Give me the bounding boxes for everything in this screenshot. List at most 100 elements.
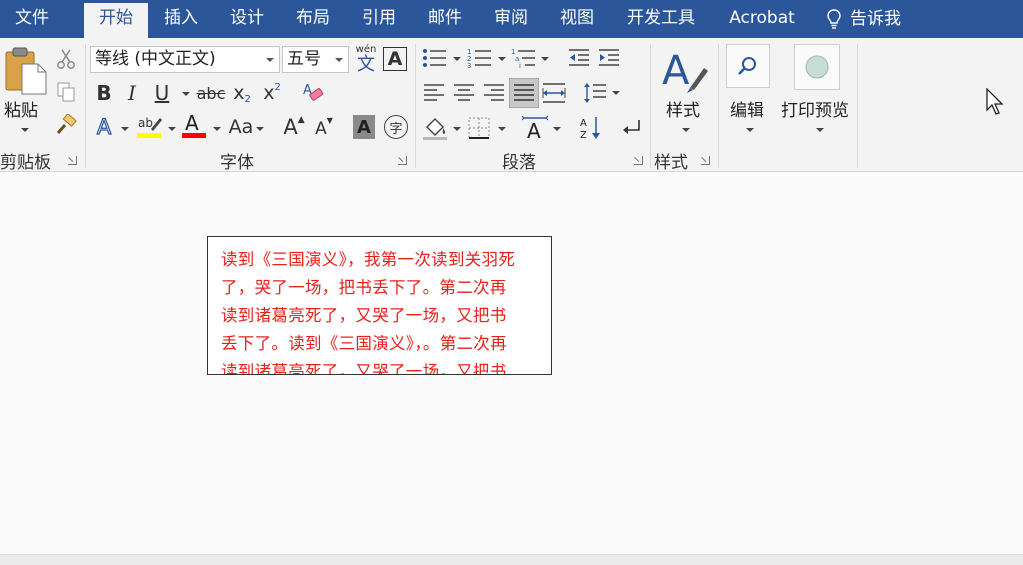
- multilevel-list-button[interactable]: 1 a i: [510, 46, 538, 70]
- clear-formatting-button[interactable]: A: [300, 80, 326, 106]
- tab-acrobat[interactable]: Acrobat: [716, 0, 808, 38]
- tab-insert[interactable]: 插入: [150, 0, 212, 38]
- text-box[interactable]: 读到《三国演义》，我第一次读到关羽死 了，哭了一场，把书丢下了。第二次再 读到诸…: [207, 236, 552, 375]
- enclose-characters-button[interactable]: 字: [384, 115, 408, 139]
- svg-text:A: A: [580, 118, 587, 129]
- font-size-dropdown-arrow[interactable]: [335, 58, 343, 62]
- shading-dropdown-arrow[interactable]: [453, 127, 461, 131]
- tab-layout[interactable]: 布局: [282, 0, 344, 38]
- numbering-button[interactable]: 1 2 3: [466, 46, 494, 70]
- font-color-dropdown-arrow[interactable]: [213, 127, 221, 131]
- print-preview-dropdown-arrow[interactable]: [816, 128, 824, 132]
- subscript-button[interactable]: x2: [230, 80, 254, 106]
- change-case-button[interactable]: Aa: [226, 114, 256, 140]
- paste-button[interactable]: [2, 46, 48, 96]
- superscript-button[interactable]: x2: [260, 80, 284, 106]
- tab-mailings[interactable]: 邮件: [414, 0, 476, 38]
- styles-dropdown-arrow[interactable]: [682, 128, 690, 132]
- multilevel-list-dropdown-arrow[interactable]: [541, 57, 549, 61]
- paste-label: 粘贴: [4, 101, 38, 121]
- distributed-button[interactable]: [541, 80, 567, 106]
- word-window: 文件 开始 插入 设计 布局 引用 邮件 审阅 视图 开发工具 Acrobat …: [0, 0, 1023, 565]
- character-border-button[interactable]: A: [383, 47, 407, 71]
- font-size-value: 五号: [287, 49, 321, 69]
- justify-button[interactable]: [509, 78, 539, 108]
- tab-file[interactable]: 文件: [0, 0, 64, 38]
- highlight-dropdown-arrow[interactable]: [168, 127, 176, 131]
- character-shading-button[interactable]: A: [353, 115, 375, 139]
- bold-button[interactable]: B: [92, 80, 116, 106]
- font-color-icon: A: [182, 112, 206, 138]
- editing-button[interactable]: [726, 44, 770, 88]
- editing-label: 编辑: [730, 101, 764, 121]
- styles-label: 样式: [666, 101, 700, 121]
- justify-icon: [514, 84, 534, 101]
- cut-icon: [57, 49, 75, 69]
- line-spacing-button[interactable]: [582, 80, 608, 106]
- multilevel-list-icon: 1 a i: [511, 48, 535, 69]
- group-label-clipboard: 剪贴板: [0, 153, 51, 173]
- bullets-icon: [423, 49, 446, 67]
- increase-indent-button[interactable]: [596, 46, 622, 70]
- group-label-styles: 样式: [654, 153, 688, 173]
- paragraph-dialog-launcher[interactable]: [634, 156, 643, 165]
- paste-dropdown-arrow[interactable]: [21, 128, 29, 132]
- editing-dropdown-arrow[interactable]: [746, 128, 754, 132]
- print-preview-button[interactable]: [794, 44, 840, 90]
- tab-references[interactable]: 引用: [348, 0, 410, 38]
- italic-button[interactable]: I: [120, 80, 144, 106]
- copy-button[interactable]: [54, 81, 78, 103]
- enclose-characters-icon: 字: [389, 121, 403, 137]
- clipboard-dialog-launcher[interactable]: [68, 156, 77, 165]
- underline-button[interactable]: U: [150, 80, 174, 106]
- strikethrough-button[interactable]: abc: [196, 80, 226, 106]
- character-shading-icon: A: [357, 116, 371, 138]
- shrink-font-button[interactable]: A ▼: [312, 114, 336, 140]
- align-right-button[interactable]: [481, 80, 507, 106]
- text-effects-button[interactable]: A: [92, 114, 116, 140]
- phonetic-guide-button[interactable]: wén 文: [352, 44, 380, 74]
- text-effects-dropdown-arrow[interactable]: [121, 127, 129, 131]
- show-marks-button[interactable]: [618, 114, 644, 142]
- sort-button[interactable]: A Z: [578, 114, 604, 142]
- group-separator: [857, 44, 858, 168]
- bullets-dropdown-arrow[interactable]: [453, 57, 461, 61]
- tab-developer[interactable]: 开发工具: [612, 0, 710, 38]
- change-case-dropdown-arrow[interactable]: [256, 127, 264, 131]
- asian-layout-button[interactable]: A: [520, 114, 550, 142]
- center-button[interactable]: [451, 80, 477, 106]
- textbox-line: 读到诸葛亮死了，又哭了一场，又把书: [221, 362, 507, 375]
- bullets-button[interactable]: [421, 46, 449, 70]
- format-painter-button[interactable]: [54, 114, 78, 136]
- line-spacing-dropdown-arrow[interactable]: [612, 91, 620, 95]
- grow-font-button[interactable]: A ▲: [282, 114, 306, 140]
- styles-icon: A: [662, 48, 708, 94]
- grow-font-icon: A: [283, 115, 298, 139]
- underline-dropdown-arrow[interactable]: [182, 92, 190, 96]
- styles-dialog-launcher[interactable]: [701, 156, 710, 165]
- cut-button[interactable]: [54, 48, 78, 70]
- tab-view[interactable]: 视图: [546, 0, 608, 38]
- tab-home[interactable]: 开始: [84, 3, 148, 38]
- borders-button[interactable]: [466, 115, 492, 141]
- font-name-dropdown-arrow[interactable]: [266, 58, 274, 62]
- tab-design[interactable]: 设计: [216, 0, 278, 38]
- styles-button[interactable]: A: [660, 44, 710, 94]
- font-size-combo[interactable]: 五号: [282, 46, 349, 73]
- svg-text:A: A: [662, 48, 690, 94]
- font-dialog-launcher[interactable]: [398, 156, 407, 165]
- show-marks-icon: [623, 120, 640, 134]
- asian-layout-dropdown-arrow[interactable]: [553, 127, 561, 131]
- borders-dropdown-arrow[interactable]: [498, 127, 506, 131]
- decrease-indent-button[interactable]: [566, 46, 592, 70]
- font-color-button[interactable]: A: [180, 112, 208, 140]
- font-name-combo[interactable]: 等线 (中文正文): [90, 46, 280, 73]
- shading-button[interactable]: [421, 114, 449, 142]
- copy-icon: [57, 82, 75, 102]
- horizontal-scrollbar[interactable]: [0, 554, 1023, 565]
- align-left-button[interactable]: [421, 80, 447, 106]
- document-canvas[interactable]: 读到《三国演义》，我第一次读到关羽死 了，哭了一场，把书丢下了。第二次再 读到诸…: [0, 173, 1023, 565]
- tab-review[interactable]: 审阅: [480, 0, 542, 38]
- highlight-button[interactable]: ab: [136, 112, 164, 140]
- numbering-dropdown-arrow[interactable]: [498, 57, 506, 61]
